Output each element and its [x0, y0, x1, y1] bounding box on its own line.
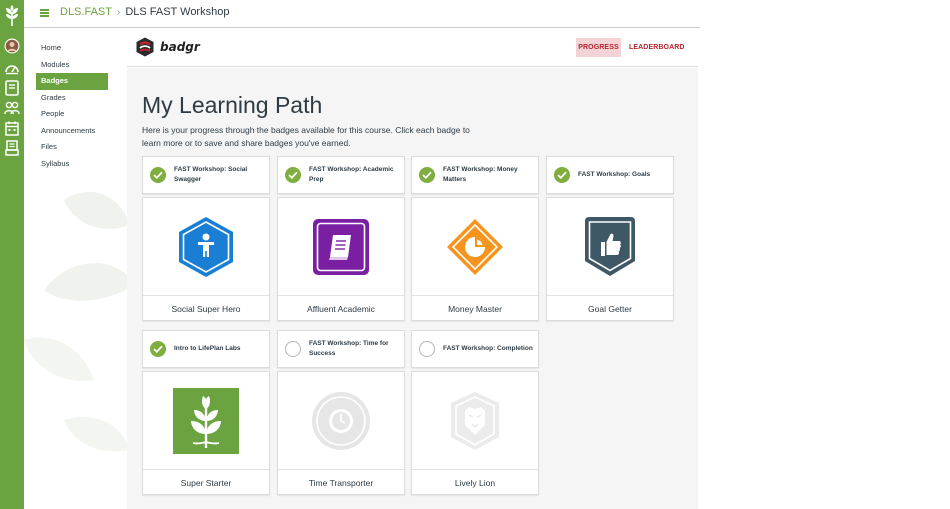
app-window: DLS.FAST › DLS FAST Workshop Home Modules …: [0, 0, 950, 509]
badge-name: Social Super Hero: [171, 304, 241, 314]
check-incomplete-icon: [285, 341, 301, 357]
check-complete-icon: [419, 167, 435, 183]
badge-task-header: FAST Workshop: Completion: [411, 330, 539, 368]
course-nav-home[interactable]: Home: [36, 40, 108, 57]
badge-body: Affluent Academic: [277, 197, 405, 321]
badge-task-header: FAST Workshop: Money Matters: [411, 156, 539, 194]
account-avatar[interactable]: [3, 37, 21, 55]
learning-path-panel: My Learning Path Here is your progress t…: [127, 68, 698, 509]
course-nav-announcements[interactable]: Announcements: [36, 123, 108, 140]
badge-name: Money Master: [448, 304, 502, 314]
course-nav-people[interactable]: People: [36, 106, 108, 123]
breadcrumb-separator-icon: ›: [116, 7, 121, 18]
check-complete-icon: [150, 167, 166, 183]
breadcrumb-current-page: DLS FAST Workshop: [125, 6, 230, 18]
badge-body: Social Super Hero: [142, 197, 270, 321]
course-nav-badges[interactable]: Badges: [36, 73, 108, 90]
badge-divider: [412, 469, 538, 470]
course-menu-toggle-icon[interactable]: [40, 9, 49, 17]
badge-card-social-super-hero[interactable]: FAST Workshop: Social Swagger Social Sup…: [142, 156, 270, 321]
badge-body: Money Master: [411, 197, 539, 321]
course-nav: Home Modules Badges Grades People Announ…: [36, 40, 108, 172]
badge-task-header: Intro to LifePlan Labs: [142, 330, 270, 368]
badgr-brand-text: badgr: [160, 40, 200, 54]
badge-task-header: FAST Workshop: Goals: [546, 156, 674, 194]
badge-divider: [412, 295, 538, 296]
badgr-logo: badgr: [135, 37, 200, 57]
check-complete-icon: [285, 167, 301, 183]
groups-icon[interactable]: [3, 99, 21, 117]
badge-name: Goal Getter: [588, 304, 632, 314]
badge-card-money-master[interactable]: FAST Workshop: Money Matters Money Maste…: [411, 156, 539, 321]
badgr-shield-icon: [136, 37, 154, 57]
course-nav-syllabus[interactable]: Syllabus: [36, 156, 108, 173]
breadcrumb-bar: DLS.FAST › DLS FAST Workshop: [24, 0, 700, 28]
lion-icon: [442, 388, 508, 454]
thumbs-up-shield-icon: [577, 214, 643, 280]
check-complete-icon: [554, 167, 570, 183]
tab-leaderboard[interactable]: LEADERBOARD: [629, 38, 685, 57]
course-nav-modules[interactable]: Modules: [36, 57, 108, 74]
inbox-icon[interactable]: [3, 139, 21, 157]
course-nav-files[interactable]: Files: [36, 139, 108, 156]
clock-icon: [308, 388, 374, 454]
pie-chart-diamond-icon: [442, 214, 508, 280]
tab-progress[interactable]: PROGRESS: [576, 38, 621, 57]
badge-divider: [278, 469, 404, 470]
badge-task-header: FAST Workshop: Time for Success: [277, 330, 405, 368]
badge-task-header: FAST Workshop: Academic Prep: [277, 156, 405, 194]
badge-name: Time Transporter: [308, 478, 374, 488]
badge-body: Lively Lion: [411, 371, 539, 495]
badge-task-label: FAST Workshop: Money Matters: [443, 165, 518, 184]
badgr-header: badgr PROGRESS LEADERBOARD: [127, 28, 698, 67]
course-nav-grades[interactable]: Grades: [36, 90, 108, 107]
breadcrumb-course-link[interactable]: DLS.FAST: [60, 6, 112, 18]
badge-name: Lively Lion: [454, 478, 496, 488]
badge-card-time-transporter[interactable]: FAST Workshop: Time for Success Time Tra…: [277, 330, 405, 495]
badge-card-goal-getter[interactable]: FAST Workshop: Goals Goal Getter: [546, 156, 674, 321]
badge-task-header: FAST Workshop: Social Swagger: [142, 156, 270, 194]
badge-body: Goal Getter: [546, 197, 674, 321]
leaf-watermark: [24, 191, 134, 452]
badge-name: Super Starter: [180, 478, 232, 488]
badge-card-affluent-academic[interactable]: FAST Workshop: Academic Prep Affluent Ac…: [277, 156, 405, 321]
breadcrumb: DLS.FAST › DLS FAST Workshop: [60, 6, 229, 18]
global-nav: [0, 0, 24, 509]
badge-task-label: FAST Workshop: Time for Success: [309, 339, 389, 358]
check-incomplete-icon: [419, 341, 435, 357]
badge-divider: [143, 295, 269, 296]
badge-task-label: FAST Workshop: Academic Prep: [309, 165, 394, 184]
sprout-icon: [173, 388, 239, 454]
badge-divider: [547, 295, 673, 296]
book-icon: [308, 214, 374, 280]
calendar-icon[interactable]: [3, 119, 21, 137]
badge-task-label: FAST Workshop: Completion: [443, 344, 533, 352]
badge-card-super-starter[interactable]: Intro to LifePlan Labs Super Starter: [142, 330, 270, 495]
hexagon-person-icon: [173, 214, 239, 280]
page-title: My Learning Path: [142, 92, 323, 118]
courses-icon[interactable]: [3, 79, 21, 97]
page-intro: Here is your progress through the badges…: [142, 125, 470, 148]
badge-task-label: FAST Workshop: Goals: [578, 170, 651, 178]
badge-task-label: FAST Workshop: Social Swagger: [174, 165, 248, 184]
institution-logo-icon[interactable]: [3, 5, 21, 27]
dashboard-icon[interactable]: [3, 59, 21, 77]
check-complete-icon: [150, 341, 166, 357]
badge-name: Affluent Academic: [307, 304, 375, 314]
badge-divider: [143, 469, 269, 470]
badge-body: Time Transporter: [277, 371, 405, 495]
badge-divider: [278, 295, 404, 296]
badge-task-label: Intro to LifePlan Labs: [174, 344, 241, 352]
badge-body: Super Starter: [142, 371, 270, 495]
badge-card-lively-lion[interactable]: FAST Workshop: Completion Lively Lion: [411, 330, 539, 495]
